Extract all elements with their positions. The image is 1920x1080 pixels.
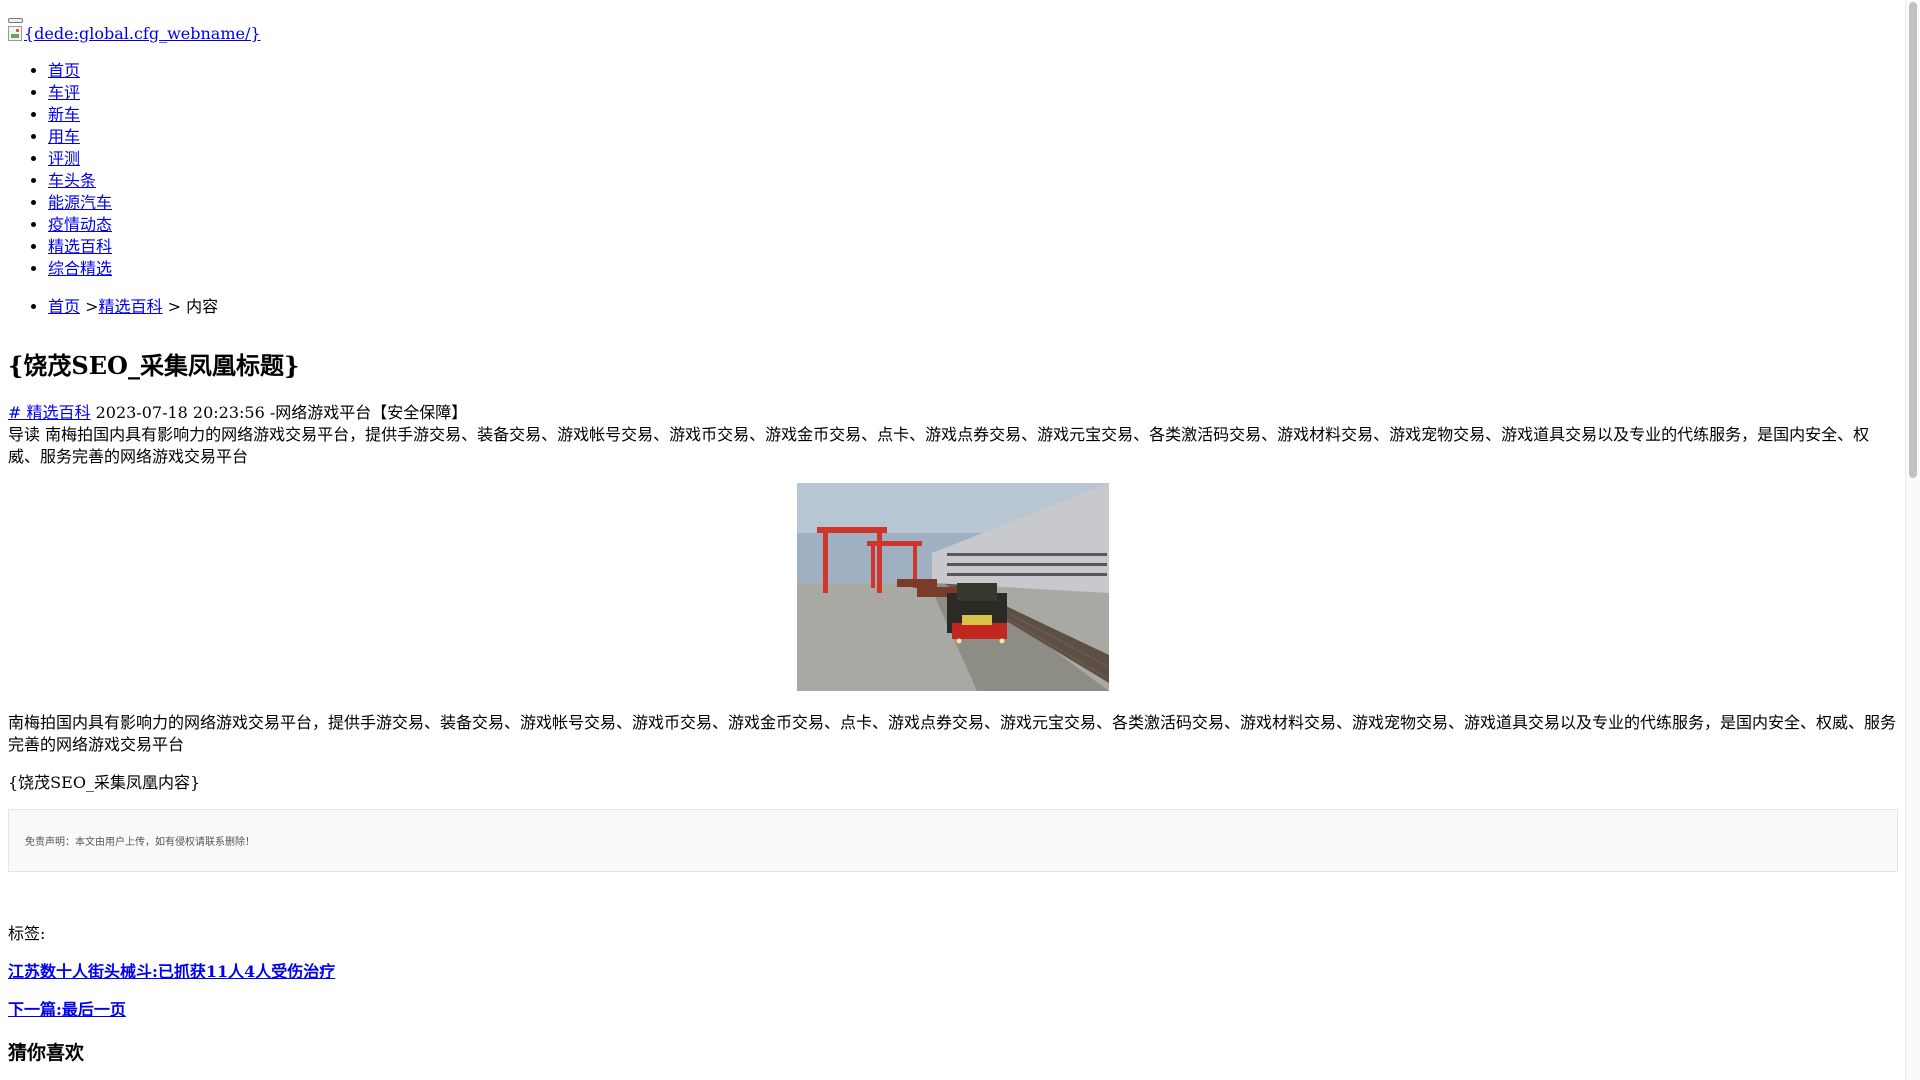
nav-item-encyclopedia: 精选百科	[48, 236, 112, 258]
article-meta: # 精选百科 2023-07-18 20:23:56 -网络游戏平台【安全保障】	[8, 402, 467, 424]
article-body: 南梅拍国内具有影响力的网络游戏交易平台，提供手游交易、装备交易、游戏帐号交易、游…	[8, 713, 1897, 754]
article-hero-image	[797, 483, 1109, 691]
nav-link-tests[interactable]: 评测	[48, 149, 80, 168]
vertical-scrollbar[interactable]	[1905, 0, 1920, 1080]
main-nav: 首页 车评 新车 用车 评测 车头条 能源汽车 疫情动态 精选百科 综合精选	[8, 60, 112, 280]
previous-article-link[interactable]: 江苏数十人街头械斗:已抓获11人4人受伤治疗	[8, 961, 335, 983]
breadcrumb-separator: >	[162, 297, 187, 316]
nav-item-headlines: 车头条	[48, 170, 112, 192]
nav-link-epidemic[interactable]: 疫情动态	[48, 215, 112, 234]
nav-link-energy-cars[interactable]: 能源汽车	[48, 193, 112, 212]
breadcrumb-separator: >	[80, 297, 99, 316]
breadcrumb-home-link[interactable]: 首页	[48, 297, 80, 316]
disclaimer-box: 免责声明：本文由用户上传，如有侵权请联系删除！	[8, 809, 1898, 872]
nav-item-new-cars: 新车	[48, 104, 112, 126]
nav-item-car-use: 用车	[48, 126, 112, 148]
menu-toggle-button[interactable]	[8, 18, 23, 23]
breadcrumb-item: 首页 >精选百科 > 内容	[48, 296, 218, 318]
article-content-placeholder: {饶茂SEO_采集凤凰内容}	[8, 773, 201, 792]
logo-alt-text: {dede:global.cfg_webname/}	[24, 24, 261, 43]
breadcrumb-category-link[interactable]: 精选百科	[99, 297, 163, 316]
article-title: {饶茂SEO_采集凤凰标题}	[8, 351, 300, 380]
disclaimer-text: 免责声明：本文由用户上传，如有侵权请联系删除！	[25, 837, 255, 848]
nav-item-energy-cars: 能源汽车	[48, 192, 112, 214]
article-meta-text: 2023-07-18 20:23:56 -网络游戏平台【安全保障】	[90, 403, 468, 422]
nav-link-featured[interactable]: 综合精选	[48, 259, 112, 278]
nav-link-car-use[interactable]: 用车	[48, 127, 80, 146]
nav-item-home: 首页	[48, 60, 112, 82]
nav-link-headlines[interactable]: 车头条	[48, 171, 96, 190]
related-heading: 猜你喜欢	[8, 1042, 85, 1064]
breadcrumb-current: 内容	[186, 297, 219, 316]
nav-item-tests: 评测	[48, 148, 112, 170]
scrollbar-thumb[interactable]	[1909, 2, 1917, 478]
freight-train-illustration	[797, 483, 1109, 691]
nav-item-reviews: 车评	[48, 82, 112, 104]
tags-label: 标签:	[8, 924, 46, 943]
nav-link-new-cars[interactable]: 新车	[48, 105, 80, 124]
article-category-tag[interactable]: # 精选百科	[8, 403, 91, 422]
broken-image-icon	[8, 26, 22, 41]
next-article-link[interactable]: 下一篇:最后一页	[8, 999, 126, 1021]
nav-item-featured: 综合精选	[48, 258, 112, 280]
nav-link-home[interactable]: 首页	[48, 61, 80, 80]
breadcrumb: 首页 >精选百科 > 内容	[8, 296, 218, 318]
nav-item-epidemic: 疫情动态	[48, 214, 112, 236]
site-logo-link[interactable]: {dede:global.cfg_webname/}	[8, 24, 261, 43]
nav-link-encyclopedia[interactable]: 精选百科	[48, 237, 112, 256]
article-lead: 导读 南梅拍国内具有影响力的网络游戏交易平台，提供手游交易、装备交易、游戏帐号交…	[8, 425, 1870, 466]
nav-link-reviews[interactable]: 车评	[48, 83, 80, 102]
